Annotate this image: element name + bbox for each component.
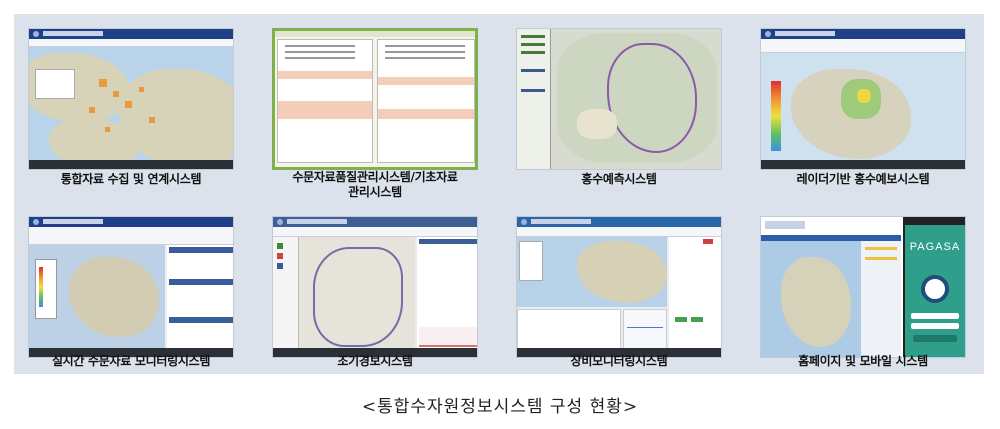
screenshot-realtime-monitoring [28,216,234,358]
pagasa-brand: PAGASA [909,241,961,253]
screenshot-flood-forecast [516,28,722,170]
screenshot-integrated-data-collection [28,28,234,170]
pagasa-logo-icon [921,275,949,303]
tile-label: 조기경보시스템 [337,354,413,368]
tile-label: 실시간 수문자료 모니터링시스템 [51,354,211,368]
screenshot-radar-flood-forecast [760,28,966,170]
tile-label: 통합자료 수집 및 연계시스템 [60,172,202,186]
tile-quality-control[interactable]: 수문자료품질관리시스템/기초자료 관리시스템 [264,22,486,200]
tile-label: 홍수예측시스템 [581,172,657,186]
tile-radar-flood-forecast[interactable]: 레이더기반 홍수예보시스템 [752,22,974,200]
mobile-login-button[interactable] [913,335,957,342]
screenshot-quality-control [272,28,478,170]
tile-integrated-data-collection[interactable]: 통합자료 수집 및 연계시스템 [20,22,242,200]
tile-label-text: 수문자료품질관리시스템/기초자료 관리시스템 [292,170,458,199]
tile-realtime-monitoring[interactable]: 실시간 수문자료 모니터링시스템 [20,210,242,388]
tile-label: 홈페이지 및 모바일 시스템 [798,354,928,368]
tile-early-warning[interactable]: 조기경보시스템 [264,210,486,388]
tile-equipment-monitoring[interactable]: 장비모니터링시스템 [508,210,730,388]
screenshot-equipment-monitoring [516,216,722,358]
tile-label: 레이더기반 홍수예보시스템 [796,172,930,186]
tile-label: 장비모니터링시스템 [570,354,668,368]
screenshot-early-warning [272,216,478,358]
tile-flood-forecast[interactable]: 홍수예측시스템 [508,22,730,200]
tile-homepage-mobile[interactable]: PAGASA 홈페이지 및 모바일 시스템 [752,210,974,388]
tile-label: 수문자료품질관리시스템/기초자료 관리시스템 [264,170,486,200]
figure-caption: <통합수자원정보시스템 구성 현황> [361,397,639,417]
screenshot-homepage-mobile: PAGASA [760,216,966,358]
systems-panel: 통합자료 수집 및 연계시스템 수문자료품질관리시스템/기초자료 관리시스템 홍… [14,14,984,374]
